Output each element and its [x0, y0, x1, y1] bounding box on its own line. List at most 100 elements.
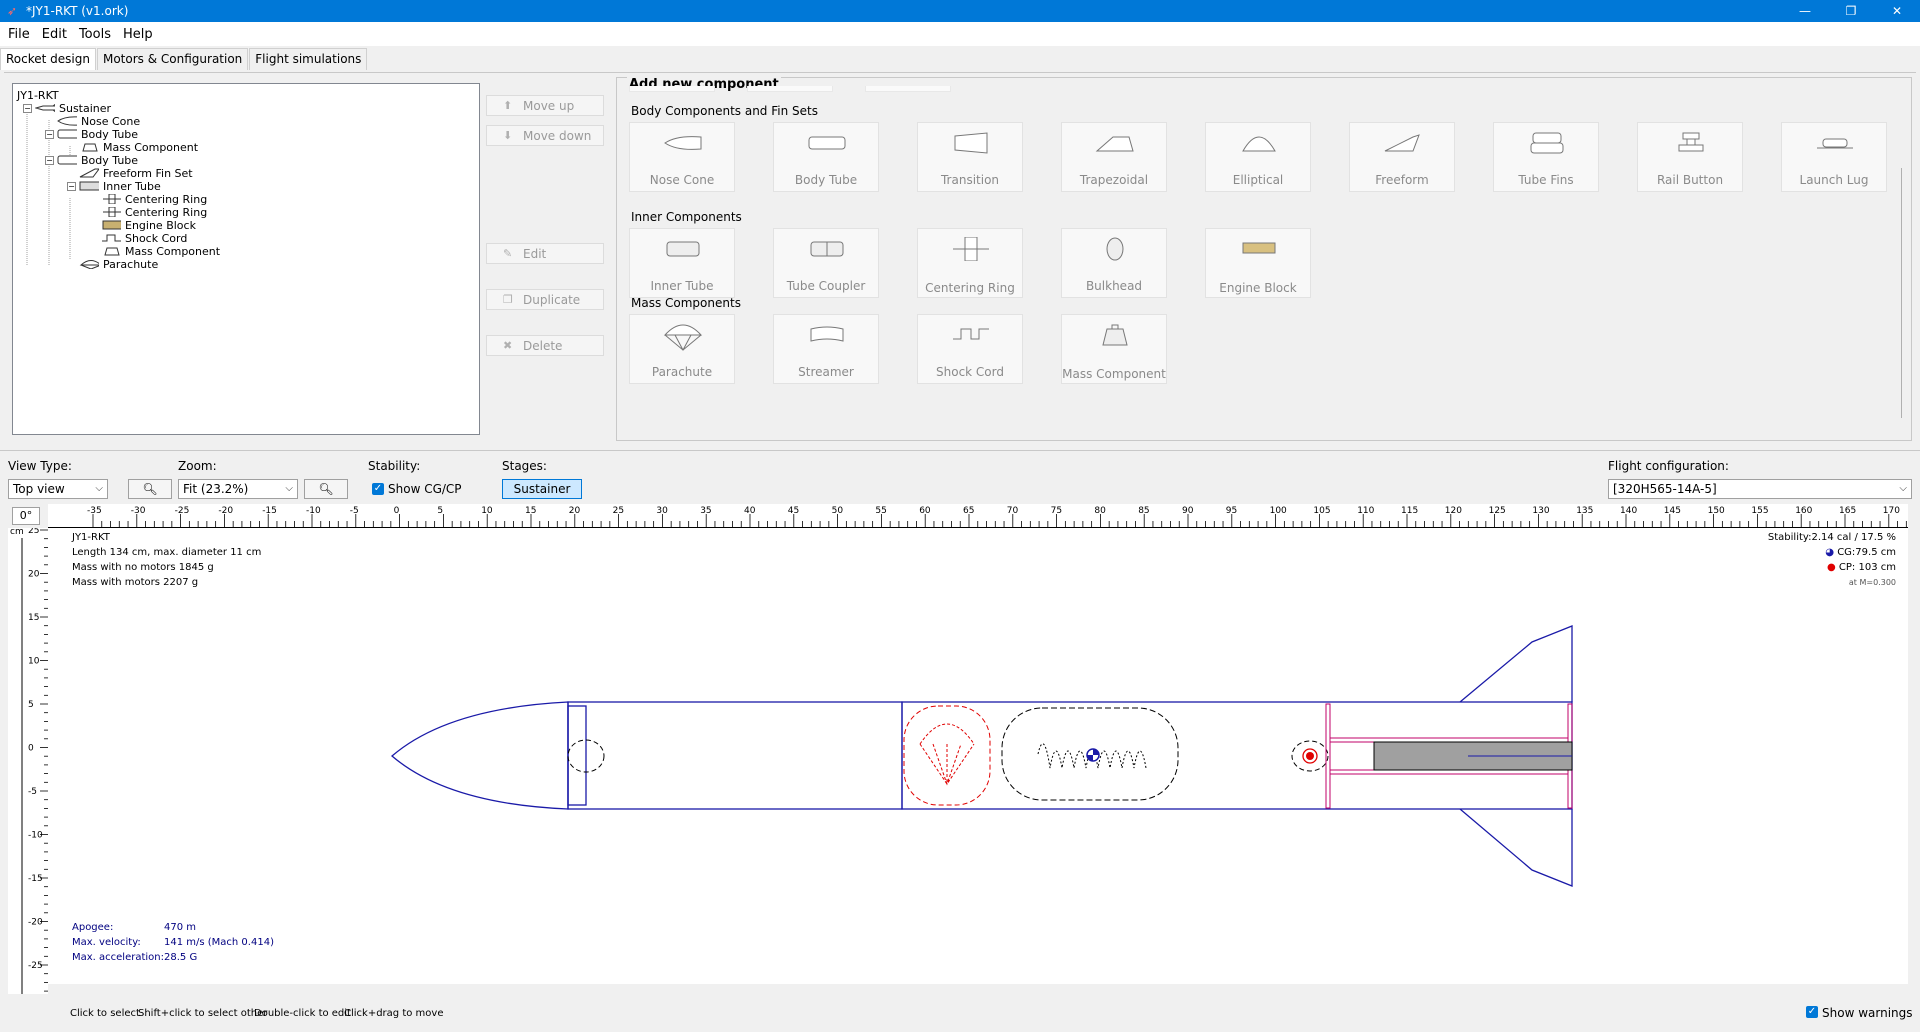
vertical-scrollbar[interactable] — [1901, 168, 1907, 418]
add-body-tube-button[interactable]: Body Tube — [773, 122, 879, 192]
flight-config-select[interactable]: [320H565-14A-5] ⌵ — [1608, 479, 1912, 499]
mach-value: at M=0.300 — [1848, 578, 1896, 587]
add-tube-coupler-button[interactable]: Tube Coupler — [773, 228, 879, 298]
tree-item-centering-ring-2[interactable]: Centering Ring — [101, 205, 207, 219]
add-trapezoidal-fins-button[interactable]: Trapezoidal — [1061, 122, 1167, 192]
tree-item-shock-cord[interactable]: Shock Cord — [101, 231, 187, 245]
ruler-tick-label: 130 — [1532, 506, 1549, 516]
tree-item-mass-component-1[interactable]: Mass Component — [79, 140, 198, 154]
add-mass-component-button[interactable]: Mass Component — [1061, 314, 1167, 384]
add-transition-button[interactable]: Transition — [917, 122, 1023, 192]
move-up-button[interactable]: ⬆ Move up — [486, 95, 604, 116]
add-freeform-fins-button[interactable]: Freeform — [1349, 122, 1455, 192]
ruler-tick-label: 115 — [1401, 506, 1418, 516]
freeform-fin-icon — [79, 168, 99, 178]
ruler-tick-label: 85 — [1138, 506, 1149, 516]
button-label: Mass Component — [1062, 367, 1166, 381]
tree-item-freeform-fin-set[interactable]: Freeform Fin Set — [79, 166, 193, 180]
add-rail-button-button[interactable]: Rail Button — [1637, 122, 1743, 192]
tree-item-root[interactable]: JY1-RKT — [17, 88, 59, 102]
tree-item-sustainer[interactable]: − Sustainer — [23, 101, 111, 115]
ruler-tick-label: 95 — [1226, 506, 1237, 516]
nose-cone-outline[interactable] — [391, 701, 569, 810]
ruler-tick-label: 15 — [525, 506, 536, 516]
tree-item-centering-ring-1[interactable]: Centering Ring — [101, 192, 207, 206]
hint-shift-click: Shift+click to select other — [138, 1008, 268, 1019]
restore-button[interactable]: ❐ — [1828, 0, 1874, 22]
collapse-toggle-icon[interactable]: − — [45, 129, 54, 139]
fin-lower-outline[interactable] — [1459, 808, 1573, 887]
tab-rocket-design[interactable]: Rocket design — [0, 48, 96, 70]
button-label: Move up — [523, 98, 575, 113]
collapse-toggle-icon[interactable]: − — [67, 181, 76, 191]
tree-item-body-tube-2[interactable]: − Body Tube — [45, 153, 138, 167]
scrolled-button-edge — [865, 86, 951, 92]
tree-label: Engine Block — [125, 218, 196, 232]
add-engine-block-button[interactable]: Engine Block — [1205, 228, 1311, 298]
tree-item-body-tube-1[interactable]: − Body Tube — [45, 127, 138, 141]
chevron-down-icon: ⌵ — [285, 483, 293, 494]
parachute-icon — [663, 324, 703, 351]
button-label: Move down — [523, 128, 592, 143]
duplicate-button[interactable]: ❐ Duplicate — [486, 289, 604, 310]
tree-item-mass-component-2[interactable]: Mass Component — [101, 244, 220, 258]
tree-item-engine-block[interactable]: Engine Block — [101, 218, 196, 232]
stage-sustainer-toggle[interactable]: Sustainer — [502, 479, 582, 499]
hint-double-click: Double-click to edit — [254, 1008, 351, 1019]
tube-coupler-icon — [810, 241, 844, 257]
tab-flight-simulations[interactable]: Flight simulations — [249, 48, 368, 70]
move-down-button[interactable]: ⬇ Move down — [486, 125, 604, 146]
collapse-toggle-icon[interactable]: − — [45, 155, 54, 165]
tree-item-nose-cone[interactable]: Nose Cone — [57, 114, 140, 128]
ruler-tick-label: 90 — [1182, 506, 1194, 516]
add-tube-fins-button[interactable]: Tube Fins — [1493, 122, 1599, 192]
tree-label: Nose Cone — [81, 114, 141, 128]
edit-icon: ✎ — [503, 247, 513, 260]
component-tree[interactable]: JY1-RKT − Sustainer Nose Cone − Body Tub… — [12, 83, 480, 435]
show-cgcp-checkbox[interactable]: ✓ — [372, 483, 384, 495]
menu-edit[interactable]: Edit — [36, 27, 73, 42]
tree-label: Freeform Fin Set — [103, 166, 193, 180]
add-bulkhead-button[interactable]: Bulkhead — [1061, 228, 1167, 298]
menu-help[interactable]: Help — [117, 27, 159, 42]
tab-motors-configuration[interactable]: Motors & Configuration — [96, 48, 249, 70]
add-parachute-button[interactable]: Parachute — [629, 314, 735, 384]
edit-button[interactable]: ✎ Edit — [486, 243, 604, 264]
zoom-out-button[interactable]: 🔍︎ — [128, 479, 172, 499]
add-nose-cone-button[interactable]: Nose Cone — [629, 122, 735, 192]
show-warnings-checkbox[interactable]: ✓ — [1806, 1006, 1818, 1018]
tree-label: Shock Cord — [125, 231, 188, 245]
body-tube-icon — [57, 155, 77, 165]
delete-button[interactable]: ✖ Delete — [486, 335, 604, 356]
add-shock-cord-button[interactable]: Shock Cord — [917, 314, 1023, 384]
ruler-unit: cm — [10, 528, 24, 537]
rocket-design-panel: JY1-RKT − Sustainer Nose Cone − Body Tub… — [4, 72, 1916, 444]
ruler-tick-label: 0 — [28, 744, 34, 754]
menu-file[interactable]: File — [2, 27, 36, 42]
view-toolbar: View Type: Top view ⌵ Zoom: 🔍︎ Fit (23.2%… — [0, 450, 1920, 502]
tree-item-parachute[interactable]: Parachute — [79, 257, 158, 271]
add-launch-lug-button[interactable]: Launch Lug — [1781, 122, 1887, 192]
add-elliptical-fins-button[interactable]: Elliptical — [1205, 122, 1311, 192]
zoom-in-button[interactable]: 🔍︎ — [304, 479, 348, 499]
ruler-tick-label: 100 — [1270, 506, 1287, 516]
zoom-label: Zoom: — [178, 459, 217, 473]
tree-item-inner-tube[interactable]: − Inner Tube — [67, 179, 161, 193]
rotation-angle-control[interactable]: 0° — [12, 507, 40, 525]
add-streamer-button[interactable]: Streamer — [773, 314, 879, 384]
menu-tools[interactable]: Tools — [73, 27, 117, 42]
ruler-tick-label: -30 — [131, 506, 146, 516]
zoom-select[interactable]: Fit (23.2%) ⌵ — [178, 479, 298, 499]
view-type-select[interactable]: Top view ⌵ — [8, 479, 108, 499]
body-tube-1-outline[interactable] — [567, 701, 903, 810]
collapse-toggle-icon[interactable]: − — [23, 103, 32, 113]
rocket-length: Length 134 cm, max. diameter 11 cm — [72, 547, 262, 558]
close-button[interactable]: ✕ — [1874, 0, 1920, 22]
flight-info-block: Apogee: 470 m Max. velocity: 141 m/s (Mach… — [72, 920, 274, 965]
button-label: Freeform — [1375, 173, 1429, 187]
minimize-button[interactable]: — — [1782, 0, 1828, 22]
fin-upper-outline[interactable] — [1459, 625, 1573, 703]
add-centering-ring-button[interactable]: Centering Ring — [917, 228, 1023, 298]
rocket-canvas[interactable]: JY1-RKT Length 134 cm, max. diameter 11 … — [48, 528, 1908, 984]
add-inner-tube-button[interactable]: Inner Tube — [629, 228, 735, 298]
